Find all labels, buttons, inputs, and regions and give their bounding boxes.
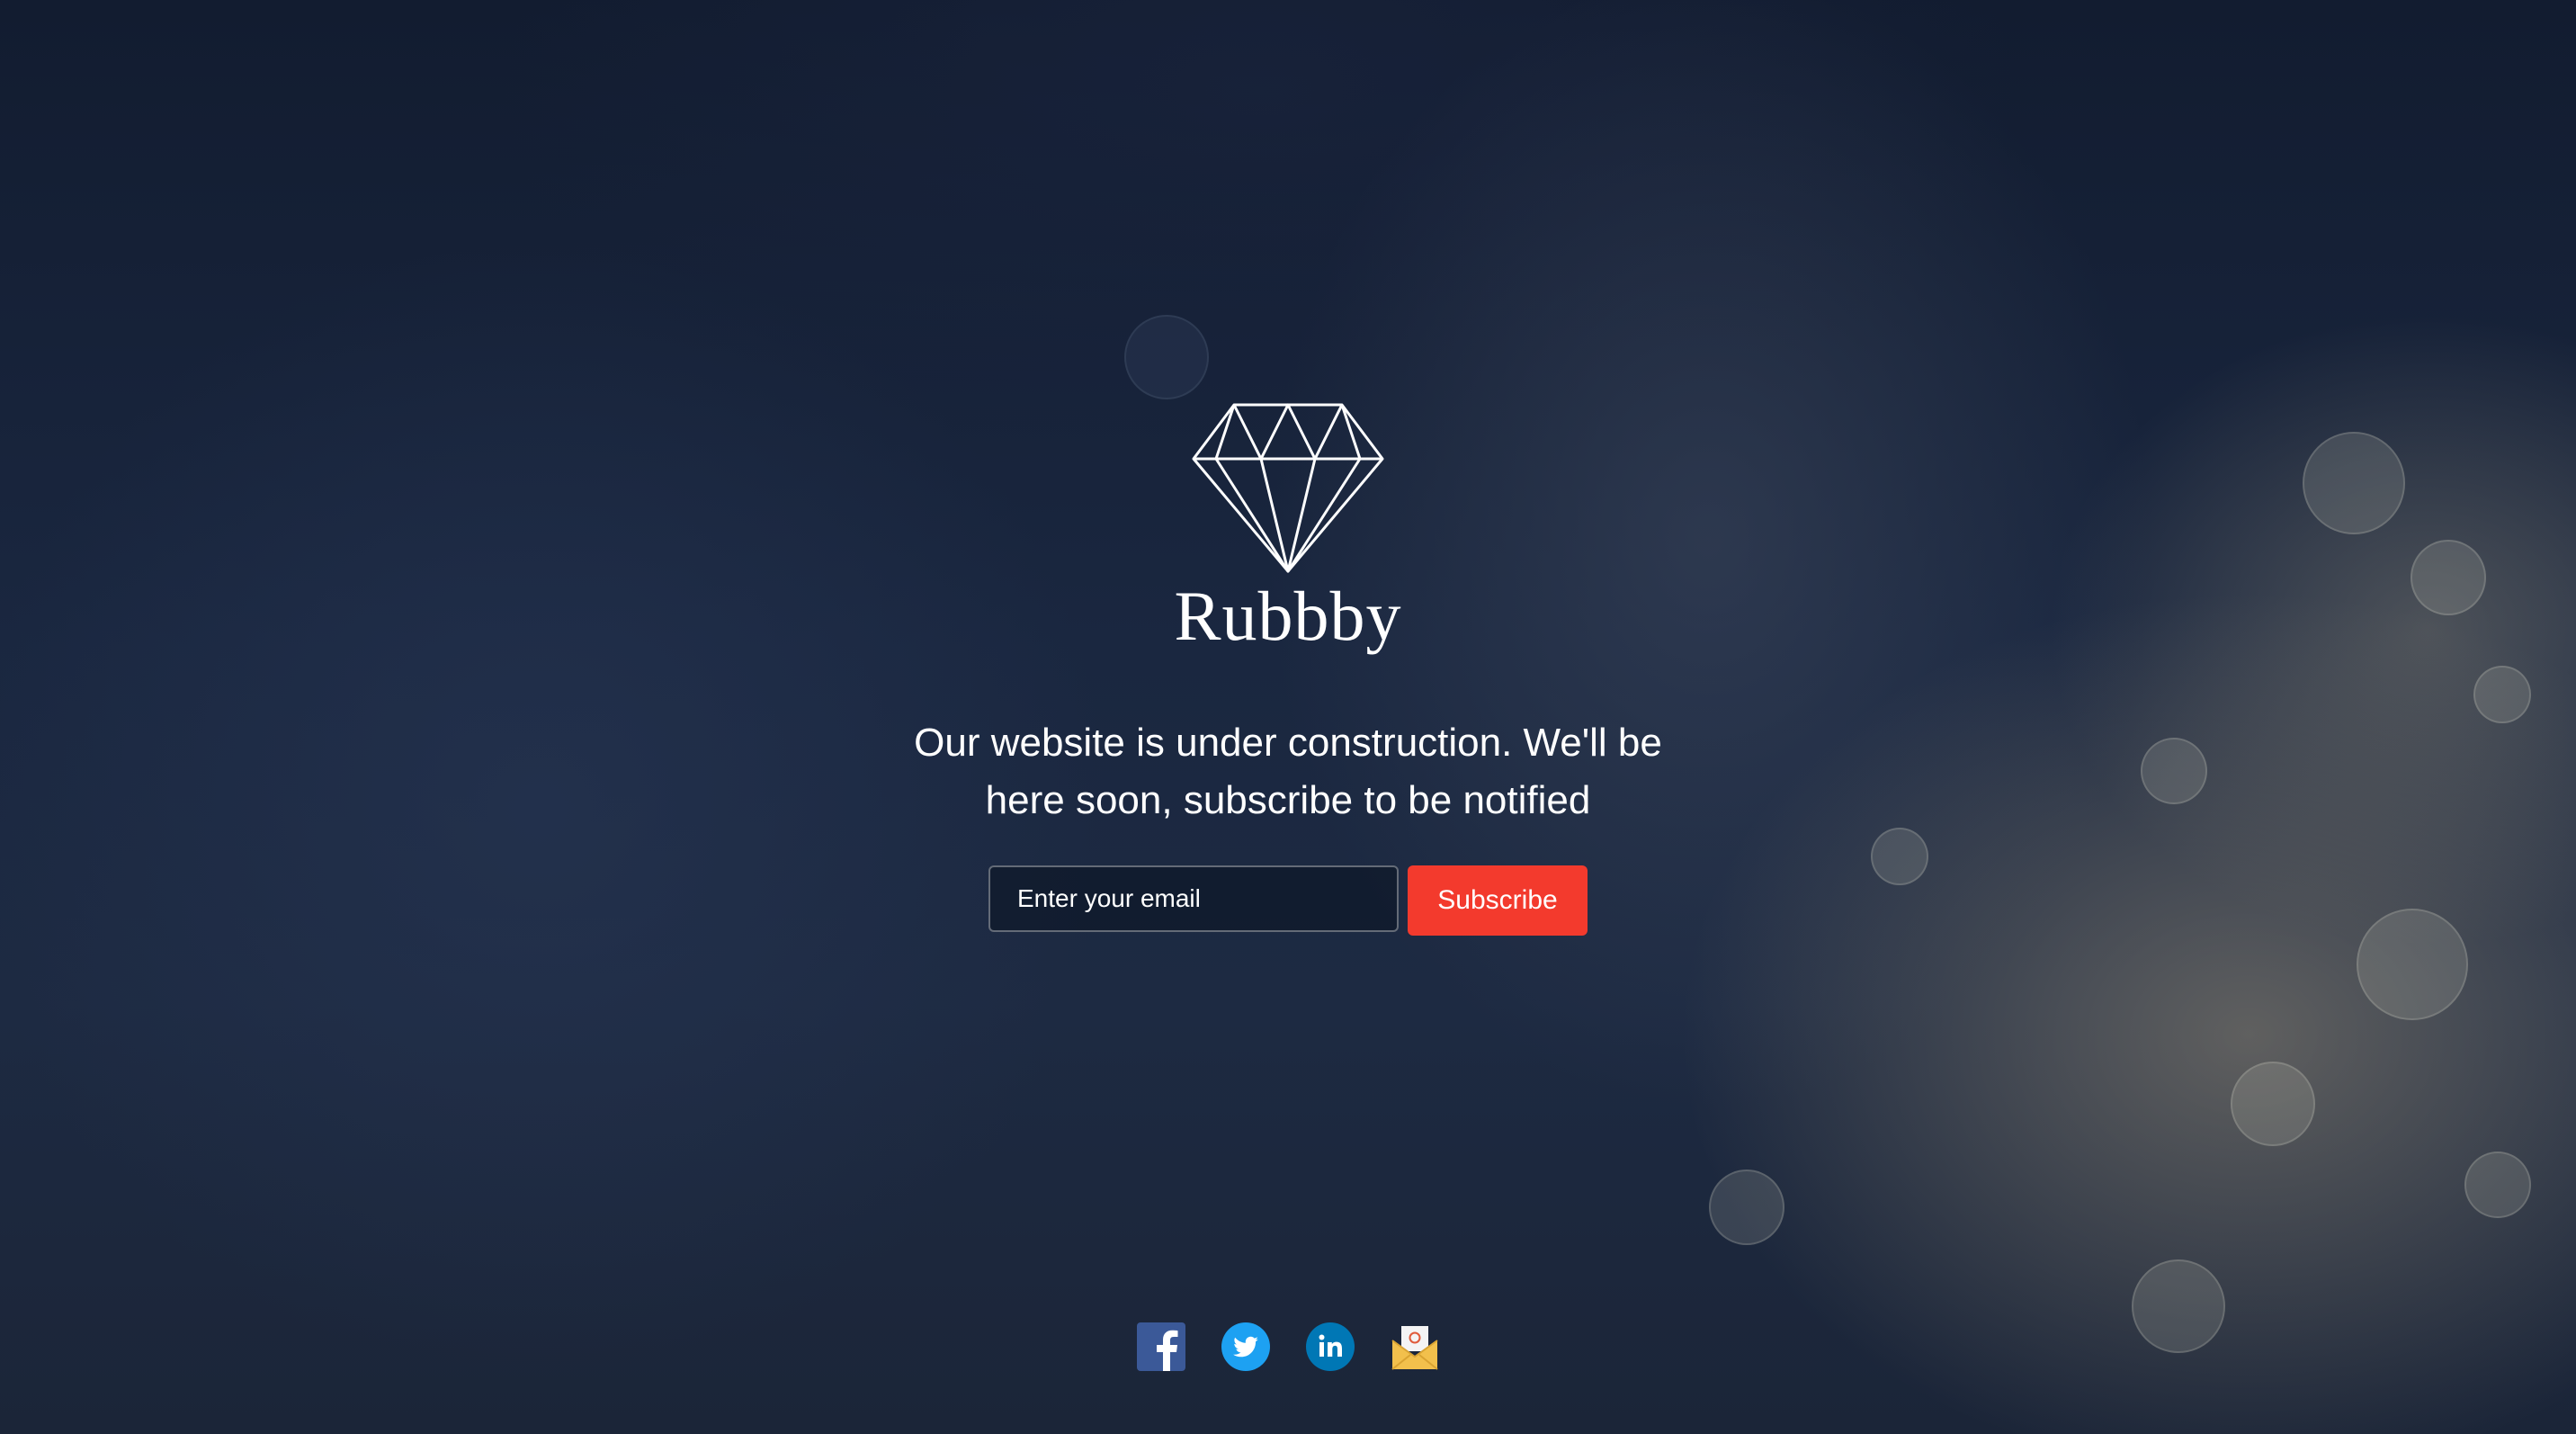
twitter-icon [1221,1322,1270,1371]
email-input[interactable] [988,865,1399,932]
linkedin-icon [1306,1322,1355,1371]
subscribe-form: Subscribe [988,865,1588,936]
subscribe-button[interactable]: Subscribe [1408,865,1588,936]
diamond-icon [1192,403,1384,573]
email-link[interactable] [1391,1322,1439,1371]
brand-name: Rubbby [1174,577,1402,655]
tagline: Our website is under construction. We'll… [914,721,1662,822]
facebook-icon [1137,1322,1185,1371]
email-icon [1391,1326,1438,1370]
twitter-link[interactable] [1221,1322,1270,1371]
social-links [0,1322,2576,1371]
linkedin-link[interactable] [1306,1322,1355,1371]
hero: Rubbby Our website is under construction… [0,396,2576,936]
facebook-link[interactable] [1137,1322,1185,1371]
